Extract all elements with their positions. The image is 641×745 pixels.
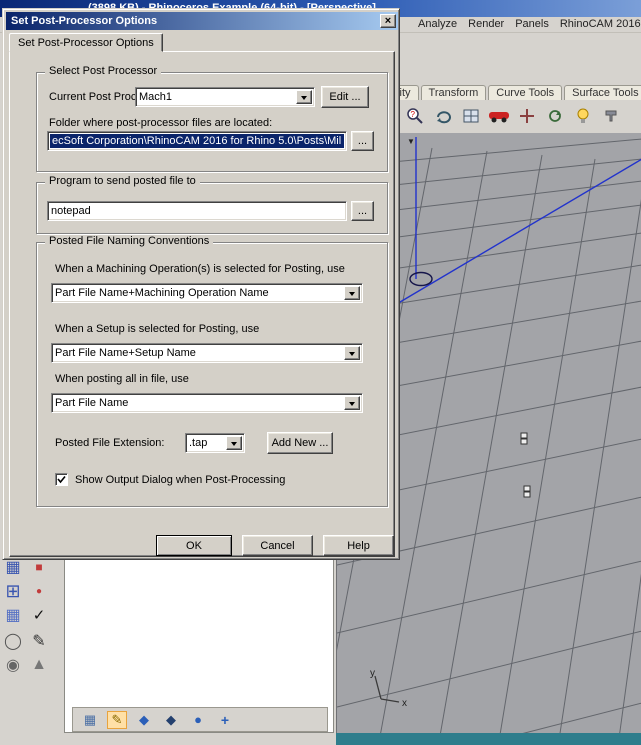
- dialog-titlebar[interactable]: Set Post-Processor Options ×: [6, 12, 398, 30]
- setup-naming-combo[interactable]: Part File Name+Setup Name: [51, 343, 363, 363]
- axis-x-label: x: [402, 698, 407, 709]
- chevron-down-icon[interactable]: [226, 436, 242, 450]
- machining-naming-label: When a Machining Operation(s) is selecte…: [55, 263, 345, 275]
- group-title: Select Post Processor: [45, 65, 162, 77]
- chevron-down-icon[interactable]: [296, 90, 312, 104]
- point-set-icon[interactable]: ●: [28, 580, 50, 602]
- move-icon[interactable]: [516, 105, 538, 127]
- menu-rhinocam[interactable]: RhinoCAM 2016: [560, 17, 641, 33]
- tab-transform[interactable]: Transform: [420, 85, 487, 100]
- options-icon[interactable]: +: [215, 711, 235, 729]
- sphere-icon[interactable]: ◉: [2, 654, 24, 676]
- program-browse-button[interactable]: ...: [351, 201, 374, 221]
- tab-set-post-processor-options[interactable]: Set Post-Processor Options: [9, 33, 163, 52]
- tools-icon[interactable]: ◆: [134, 711, 154, 729]
- grid-snap-icon[interactable]: ⊞: [2, 580, 24, 602]
- machining-naming-combo[interactable]: Part File Name+Machining Operation Name: [51, 283, 363, 303]
- stock-icon[interactable]: ▦: [80, 711, 100, 729]
- zoom-question-icon[interactable]: ?: [404, 105, 426, 127]
- chevron-down-icon[interactable]: [344, 396, 360, 410]
- status-bar: [336, 733, 641, 745]
- lightbulb-icon[interactable]: [572, 105, 594, 127]
- chevron-down-icon[interactable]: [344, 346, 360, 360]
- viewport-title-dropdown[interactable]: ▼: [407, 137, 415, 146]
- add-new-button[interactable]: Add New ...: [267, 432, 333, 454]
- close-icon[interactable]: ×: [380, 14, 396, 28]
- clamp-icon[interactable]: [600, 105, 622, 127]
- ok-button[interactable]: OK: [156, 535, 232, 556]
- chevron-down-icon[interactable]: [344, 286, 360, 300]
- screen: (3898 KB) - Rhinoceros Example (64-bit) …: [0, 0, 641, 745]
- program-input[interactable]: notepad: [47, 201, 347, 221]
- check-icon: [57, 475, 66, 484]
- edit-button[interactable]: Edit ...: [321, 86, 369, 108]
- rotate-view-icon[interactable]: [432, 105, 454, 127]
- simulate-icon[interactable]: ●: [188, 711, 208, 729]
- show-output-checkbox[interactable]: [55, 473, 68, 486]
- blocks-icon[interactable]: ▦: [2, 604, 24, 626]
- dialog-content: Select Post Processor Current Post Proce…: [9, 51, 395, 557]
- cancel-button[interactable]: Cancel: [242, 535, 313, 556]
- car-icon[interactable]: [488, 105, 510, 127]
- folder-input[interactable]: ecSoft Corporation\RhinoCAM 2016 for Rhi…: [47, 131, 347, 151]
- current-post-processor-value: Mach1: [139, 91, 173, 103]
- rotate-icon[interactable]: [544, 105, 566, 127]
- ribbon-toolbar: ?: [404, 103, 622, 129]
- naming-conventions-group: Posted File Naming Conventions When a Ma…: [36, 235, 388, 507]
- extension-label: Posted File Extension:: [55, 437, 165, 449]
- all-naming-combo[interactable]: Part File Name: [51, 393, 363, 413]
- viewport-layout-icon[interactable]: [460, 105, 482, 127]
- post-process-icon[interactable]: ✎: [107, 710, 127, 729]
- dialog-title: Set Post-Processor Options: [11, 15, 158, 27]
- svg-text:?: ?: [411, 110, 416, 119]
- all-naming-value: Part File Name: [55, 397, 129, 409]
- program-group: Program to send posted file to notepad .…: [36, 175, 388, 234]
- point-marker[interactable]: [520, 432, 528, 445]
- menu-analyze[interactable]: Analyze: [418, 17, 457, 33]
- point-marker[interactable]: [523, 485, 531, 498]
- program-value: notepad: [51, 205, 91, 217]
- check-icon[interactable]: ✓: [28, 604, 50, 626]
- pencil-icon[interactable]: ✎: [28, 630, 50, 652]
- group-title: Program to send posted file to: [45, 175, 200, 187]
- menu-render[interactable]: Render: [468, 17, 504, 33]
- help-button[interactable]: Help: [323, 535, 394, 556]
- machining-naming-value: Part File Name+Machining Operation Name: [55, 287, 269, 299]
- folder-browse-button[interactable]: ...: [351, 131, 374, 151]
- tab-surface-tools[interactable]: Surface Tools: [564, 85, 641, 100]
- tab-curve-tools[interactable]: Curve Tools: [488, 85, 563, 100]
- current-post-processor-combo[interactable]: Mach1: [135, 87, 315, 107]
- group-title: Posted File Naming Conventions: [45, 235, 214, 247]
- setup-naming-label: When a Setup is selected for Posting, us…: [55, 323, 260, 335]
- setup-icon[interactable]: ◆: [161, 711, 181, 729]
- menu-panels[interactable]: Panels: [515, 17, 549, 33]
- folder-label: Folder where post-processor files are lo…: [49, 117, 273, 129]
- folder-value: ecSoft Corporation\RhinoCAM 2016 for Rhi…: [50, 134, 344, 148]
- axis-y-label: y: [370, 668, 375, 679]
- all-naming-label: When posting all in file, use: [55, 373, 189, 385]
- cylinder-icon[interactable]: ◯: [2, 630, 24, 652]
- show-output-label: Show Output Dialog when Post-Processing: [75, 474, 286, 486]
- ellipse-curve[interactable]: [409, 271, 433, 287]
- select-post-processor-group: Select Post Processor Current Post Proce…: [36, 65, 388, 172]
- ribbon-tab-row: Visibility Transform Curve Tools Surface…: [363, 85, 641, 100]
- extension-combo[interactable]: .tap: [185, 433, 245, 453]
- machining-toolbar: ▦ ✎ ◆ ◆ ● +: [72, 707, 328, 732]
- cone-icon[interactable]: ▲: [28, 654, 50, 676]
- setup-naming-value: Part File Name+Setup Name: [55, 347, 196, 359]
- post-options-dialog: Set Post-Processor Options × Set Post-Pr…: [2, 8, 400, 560]
